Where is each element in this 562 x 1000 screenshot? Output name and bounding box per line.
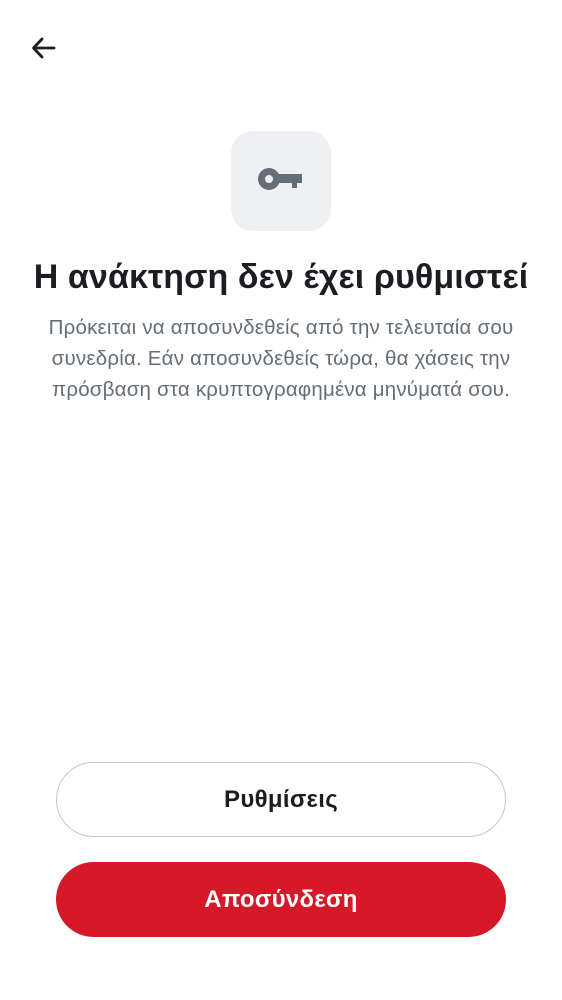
settings-button-label: Ρυθμίσεις [224,785,338,813]
logout-button-label: Αποσύνδεση [204,885,358,913]
settings-button[interactable]: Ρυθμίσεις [56,762,506,837]
key-icon-tile [231,131,331,231]
page-description: Πρόκειται να αποσυνδεθείς από την τελευτ… [48,316,514,401]
page-title: Η ανάκτηση δεν έχει ρυθμιστεί [33,258,529,296]
arrow-left-icon [29,34,57,67]
key-icon [257,165,305,198]
back-button[interactable] [24,31,62,69]
logout-button[interactable]: Αποσύνδεση [56,862,506,937]
